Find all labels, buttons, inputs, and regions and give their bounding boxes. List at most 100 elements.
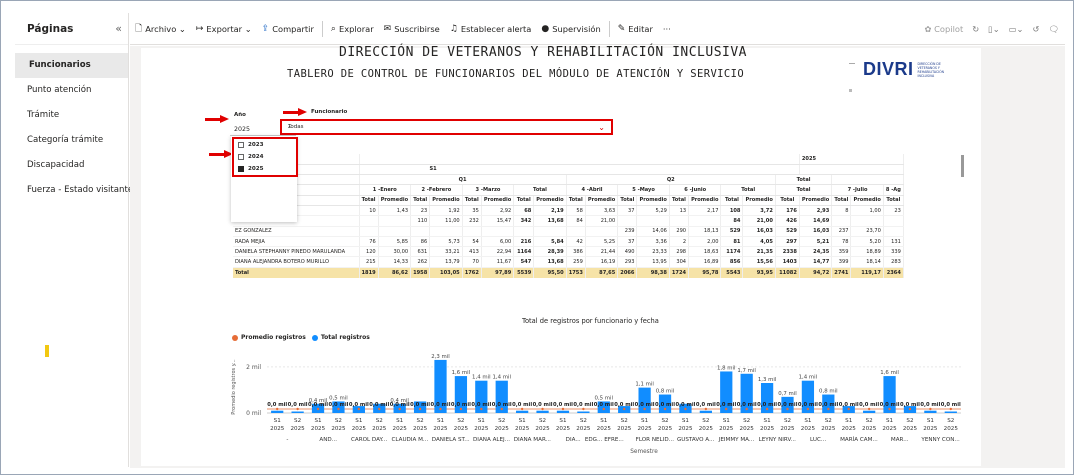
x-tick-funcionario: DANIELA ST... bbox=[432, 437, 470, 443]
average-value-label: 0,0 mil bbox=[533, 402, 553, 408]
year-option-2024[interactable]: 2024 bbox=[234, 151, 296, 163]
month-header: Total bbox=[513, 184, 567, 196]
x-tick-year: 2025 bbox=[352, 426, 367, 432]
total-cell: 97,89 bbox=[481, 267, 515, 278]
x-tick-funcionario: MARÍA CAM... bbox=[840, 436, 878, 443]
legend-item-total[interactable]: Total registros bbox=[321, 334, 370, 341]
subheader-cell: Promedio bbox=[533, 195, 567, 206]
y-axis-label: Promedio registros y... bbox=[231, 359, 237, 415]
total-cell: 2741 bbox=[831, 267, 852, 278]
average-point bbox=[316, 407, 320, 411]
table-row[interactable]: ANCHEZ11011,0023215,4734213,688421,00842… bbox=[233, 215, 904, 227]
subheader-cell: Promedio bbox=[378, 195, 412, 206]
file-menu[interactable]: 🗋 Archivo ⌄ bbox=[130, 21, 191, 37]
more-options-button[interactable]: ··· bbox=[658, 24, 676, 34]
bar bbox=[577, 411, 590, 413]
x-tick-year: 2025 bbox=[842, 426, 857, 432]
bookmark-icon[interactable]: ▯⌄ bbox=[988, 24, 1000, 34]
table-cell: 399 bbox=[831, 256, 852, 268]
x-tick-semester: S1 bbox=[355, 418, 363, 424]
table-cell: 259 bbox=[566, 256, 586, 268]
average-point bbox=[847, 407, 850, 411]
funcionarios-matrix: o2025streS1streQ1Q2Totals1 -Enero2 -Febr… bbox=[233, 154, 963, 293]
x-tick-funcionario: GUSTAVO A... bbox=[677, 437, 715, 443]
collapse-pane-icon[interactable]: « bbox=[115, 22, 122, 35]
table-cell: 5,85 bbox=[378, 236, 412, 248]
table-row[interactable]: 10 1,43 23 1,92 35 2,92 68 2,19 58 3,63 37 5,29 13 2,… bbox=[233, 205, 904, 217]
total-cell: 94,72 bbox=[799, 267, 833, 278]
supervision-button[interactable]: ● Supervisión bbox=[536, 24, 605, 34]
average-value-label: 0,0 mil bbox=[655, 402, 675, 408]
subheader-cell: Total bbox=[831, 195, 852, 206]
year-slicer-value: 2025 bbox=[234, 125, 251, 133]
table-row[interactable]: RADA MEJIA 76 5,85 86 5,73 54 6,00 216 5,84 42 5,2… bbox=[233, 236, 904, 248]
table-cell: 5,25 bbox=[585, 236, 619, 248]
reload-icon[interactable]: ↺ bbox=[1033, 24, 1040, 34]
table-cell: 131 bbox=[883, 236, 904, 248]
funcionario-slicer-dropdown[interactable]: Todas ⌄ bbox=[280, 119, 613, 135]
pages-pane: Páginas « Funcionarios Punto atención Tr… bbox=[15, 13, 133, 467]
table-cell: 15,47 bbox=[481, 215, 515, 227]
average-point bbox=[602, 407, 605, 411]
table-cell: 3,63 bbox=[585, 205, 619, 217]
refresh-icon[interactable]: ↻ bbox=[972, 24, 979, 34]
page-item-punto-atencion[interactable]: Punto atención bbox=[15, 78, 128, 103]
copilot-icon: ✿ bbox=[924, 24, 932, 34]
year-header: 2025 bbox=[799, 154, 904, 165]
page-item-tramite[interactable]: Trámite bbox=[15, 103, 128, 128]
year-option-2025[interactable]: 2025 bbox=[234, 163, 296, 175]
explore-button[interactable]: ⌕ Explorar bbox=[326, 24, 379, 34]
table-row[interactable]: DIANA ALEJANDRA BOTERO MURILLO 215 14,33 26… bbox=[233, 256, 904, 268]
x-tick-semester: S2 bbox=[376, 418, 383, 424]
supervision-icon: ● bbox=[541, 23, 550, 34]
table-cell: 2,92 bbox=[481, 205, 515, 217]
average-point bbox=[745, 407, 748, 411]
bar-value-label: 0,7 mil bbox=[778, 391, 797, 397]
year-option-2023[interactable]: 2023 bbox=[234, 139, 296, 151]
export-menu[interactable]: ↦ Exportar ⌄ bbox=[191, 24, 257, 34]
bar-value-label: 1,1 mil bbox=[635, 382, 654, 388]
share-button[interactable]: ⇪ Compartir bbox=[257, 24, 319, 34]
copilot-button[interactable]: ✿ Copilot bbox=[925, 24, 964, 34]
table-cell: 2,17 bbox=[688, 205, 722, 217]
table-cell: 35 bbox=[462, 205, 482, 217]
subscribe-button[interactable]: ✉ Suscribirse bbox=[379, 24, 445, 34]
average-point bbox=[806, 407, 810, 411]
year-option-label: 2024 bbox=[248, 154, 264, 160]
table-cell bbox=[378, 226, 412, 237]
x-tick-year: 2025 bbox=[862, 426, 877, 432]
alert-button[interactable]: ♫ Establecer alerta bbox=[445, 24, 537, 34]
table-cell: 1403 bbox=[775, 256, 800, 268]
x-tick-funcionario: - bbox=[286, 437, 288, 443]
comment-icon[interactable]: 🗨 bbox=[1048, 24, 1059, 35]
legend-item-promedio[interactable]: Promedio registros bbox=[241, 334, 306, 341]
edit-button[interactable]: ✎ Editar bbox=[613, 24, 658, 34]
page-item-fuerza-estado-visitante[interactable]: Fuerza - Estado visitante bbox=[15, 178, 133, 203]
average-value-label: 0,0 mil bbox=[635, 402, 655, 408]
table-cell: 2,19 bbox=[533, 205, 567, 217]
table-cell: 339 bbox=[883, 246, 904, 258]
x-tick-semester: S2 bbox=[539, 418, 546, 424]
page-item-funcionarios[interactable]: Funcionarios bbox=[15, 53, 128, 78]
average-point bbox=[357, 407, 361, 411]
x-tick-semester: S1 bbox=[927, 418, 935, 424]
view-icon[interactable]: ▭⌄ bbox=[1009, 24, 1024, 34]
table-cell: 237 bbox=[831, 226, 852, 237]
average-point bbox=[867, 407, 871, 411]
x-tick-semester: S2 bbox=[335, 418, 342, 424]
x-tick-semester: S2 bbox=[661, 418, 668, 424]
average-point bbox=[786, 407, 789, 411]
page-item-discapacidad[interactable]: Discapacidad bbox=[15, 153, 128, 178]
subheader-cell: Total bbox=[462, 195, 482, 206]
table-row[interactable]: DANIELA STEPHANNY PINEDO MARULANDA 120 30,… bbox=[233, 246, 904, 258]
edit-label: Editar bbox=[628, 23, 653, 34]
average-point bbox=[929, 407, 932, 411]
matrix-scrollbar[interactable] bbox=[961, 155, 964, 177]
x-tick-year: 2025 bbox=[454, 426, 469, 432]
table-row[interactable]: EZ GONZALEZ 239 14,06 290 18,13 529 16,03 529 16… bbox=[233, 226, 904, 237]
page-item-categoria-tramite[interactable]: Categoría trámite bbox=[15, 128, 128, 153]
table-cell: 1,92 bbox=[429, 205, 463, 217]
x-tick-semester: S2 bbox=[498, 418, 505, 424]
bar bbox=[924, 410, 937, 413]
table-cell: 42 bbox=[566, 236, 586, 248]
